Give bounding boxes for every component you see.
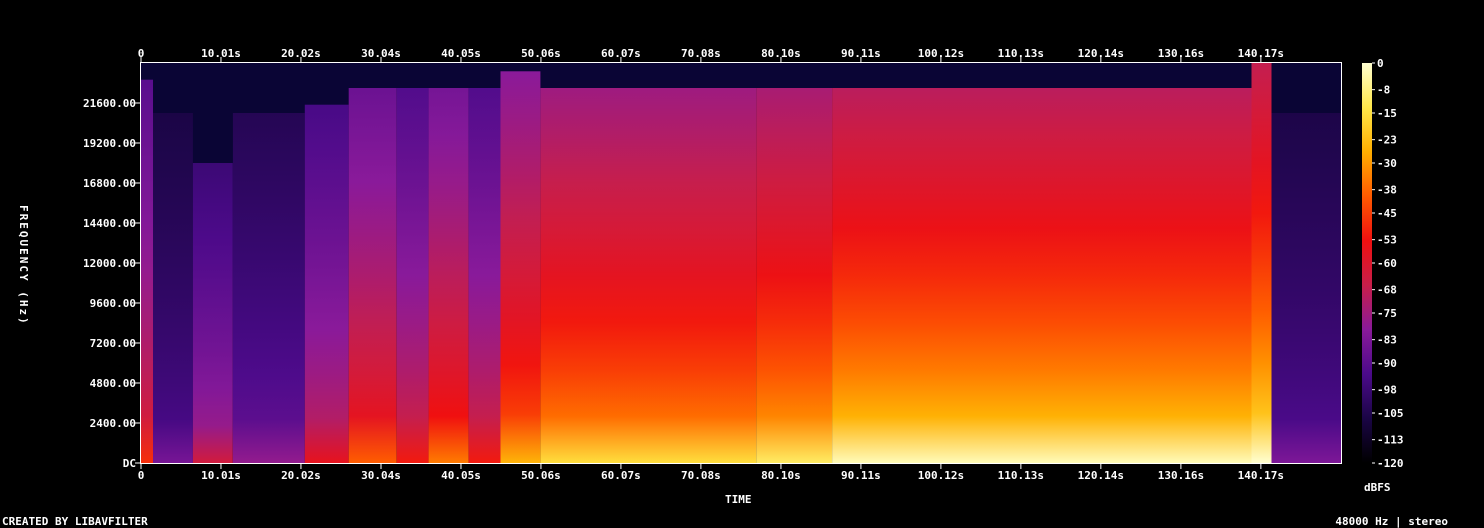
x-tick-label-top: 40.05s [441, 47, 481, 60]
spectrogram-chart: 0 0 10.01s 10.01s 20.02s 20.02s 30.04s 30.04s 40… [83, 47, 1404, 482]
x-tick-label-top: 60.07s [601, 47, 641, 60]
x-tick-label-top: 20.02s [281, 47, 321, 60]
colorbar [1362, 63, 1372, 463]
spectrogram-segment [304, 104, 349, 463]
x-tick-label-bottom: 30.04s [361, 469, 401, 482]
spectrogram-segment [232, 113, 305, 463]
spectrogram-segment [500, 71, 541, 464]
colorbar-tick-label: -113 [1377, 434, 1404, 447]
plot-area [141, 63, 1341, 464]
y-tick-label: 19200.00 [83, 137, 136, 150]
colorbar-tick-label: -23 [1377, 134, 1397, 147]
colorbar-tick-label: -60 [1377, 257, 1397, 270]
spectrogram-segment [1271, 113, 1341, 463]
x-tick-label-bottom: 90.11s [841, 469, 881, 482]
y-tick-label: 12000.00 [83, 257, 136, 270]
x-tick-label-top: 30.04s [361, 47, 401, 60]
colorbar-tick-label: -38 [1377, 184, 1397, 197]
colorbar-tick-label: -83 [1377, 334, 1397, 347]
x-tick-label-top: 100.12s [918, 47, 964, 60]
x-tick-label-bottom: 0 [138, 469, 145, 482]
x-tick-label-bottom: 120.14s [1078, 469, 1124, 482]
colorbar-tick-label: -120 [1377, 457, 1404, 470]
x-tick-label-top: 80.10s [761, 47, 801, 60]
x-axis-label: TIME [725, 493, 752, 506]
colorbar-tick-label: -15 [1377, 107, 1397, 120]
spectrogram-segment [396, 88, 429, 463]
spectrogram-segment [428, 88, 469, 463]
colorbar-tick-label: -75 [1377, 307, 1397, 320]
spectrogram-segment [153, 113, 193, 463]
colorbar-tick-label: -98 [1377, 384, 1397, 397]
y-tick-label: 2400.00 [90, 417, 136, 430]
x-tick-label-bottom: 110.13s [998, 469, 1044, 482]
spectrogram-segment [468, 88, 501, 463]
spectrogram-segment [141, 79, 153, 463]
colorbar-unit-label: dBFS [1364, 481, 1391, 494]
colorbar-tick-label: -45 [1377, 207, 1397, 220]
colorbar-tick-label: -8 [1377, 84, 1390, 97]
x-tick-label-bottom: 70.08s [681, 469, 721, 482]
colorbar-tick-label: -90 [1377, 357, 1397, 370]
y-tick-label: 14400.00 [83, 217, 136, 230]
x-tick-label-top: 110.13s [998, 47, 1044, 60]
y-tick-label: 21600.00 [83, 97, 136, 110]
spectrogram-segment [192, 163, 233, 463]
x-tick-label-bottom: 60.07s [601, 469, 641, 482]
footer-credit: CREATED BY LIBAVFILTER [2, 515, 148, 528]
x-tick-label-top: 10.01s [201, 47, 241, 60]
x-tick-label-top: 90.11s [841, 47, 881, 60]
y-tick-label: 16800.00 [83, 177, 136, 190]
x-tick-label-top: 120.14s [1078, 47, 1124, 60]
x-tick-label-top: 70.08s [681, 47, 721, 60]
y-tick-label: DC [123, 457, 136, 470]
x-tick-label-bottom: 20.02s [281, 469, 321, 482]
x-tick-label-top: 140.17s [1238, 47, 1284, 60]
x-tick-label-bottom: 130.16s [1158, 469, 1204, 482]
colorbar-tick-label: -30 [1377, 157, 1397, 170]
y-axis-label: FREQUENCY (Hz) [17, 205, 30, 326]
x-tick-label-top: 130.16s [1158, 47, 1204, 60]
colorbar-tick-label: 0 [1377, 57, 1384, 70]
x-tick-label-top: 50.06s [521, 47, 561, 60]
x-tick-label-bottom: 140.17s [1238, 469, 1284, 482]
y-tick-label: 9600.00 [90, 297, 136, 310]
footer-audio-format: 48000 Hz | stereo [1335, 515, 1448, 528]
colorbar-tick-label: -105 [1377, 407, 1404, 420]
spectrogram-segment [540, 88, 757, 463]
x-tick-label-bottom: 100.12s [918, 469, 964, 482]
x-tick-label-bottom: 50.06s [521, 469, 561, 482]
y-tick-label: 7200.00 [90, 337, 136, 350]
spectrogram-segment [1251, 63, 1272, 463]
y-tick-label: 4800.00 [90, 377, 136, 390]
x-tick-label-bottom: 40.05s [441, 469, 481, 482]
spectrogram-segment [348, 88, 397, 463]
spectrogram-segment [832, 88, 1252, 463]
colorbar-tick-label: -53 [1377, 234, 1397, 247]
colorbar-tick-label: -68 [1377, 284, 1397, 297]
x-tick-label-bottom: 10.01s [201, 469, 241, 482]
x-tick-label-bottom: 80.10s [761, 469, 801, 482]
x-tick-label-top: 0 [138, 47, 145, 60]
spectrogram-segment [756, 88, 833, 463]
